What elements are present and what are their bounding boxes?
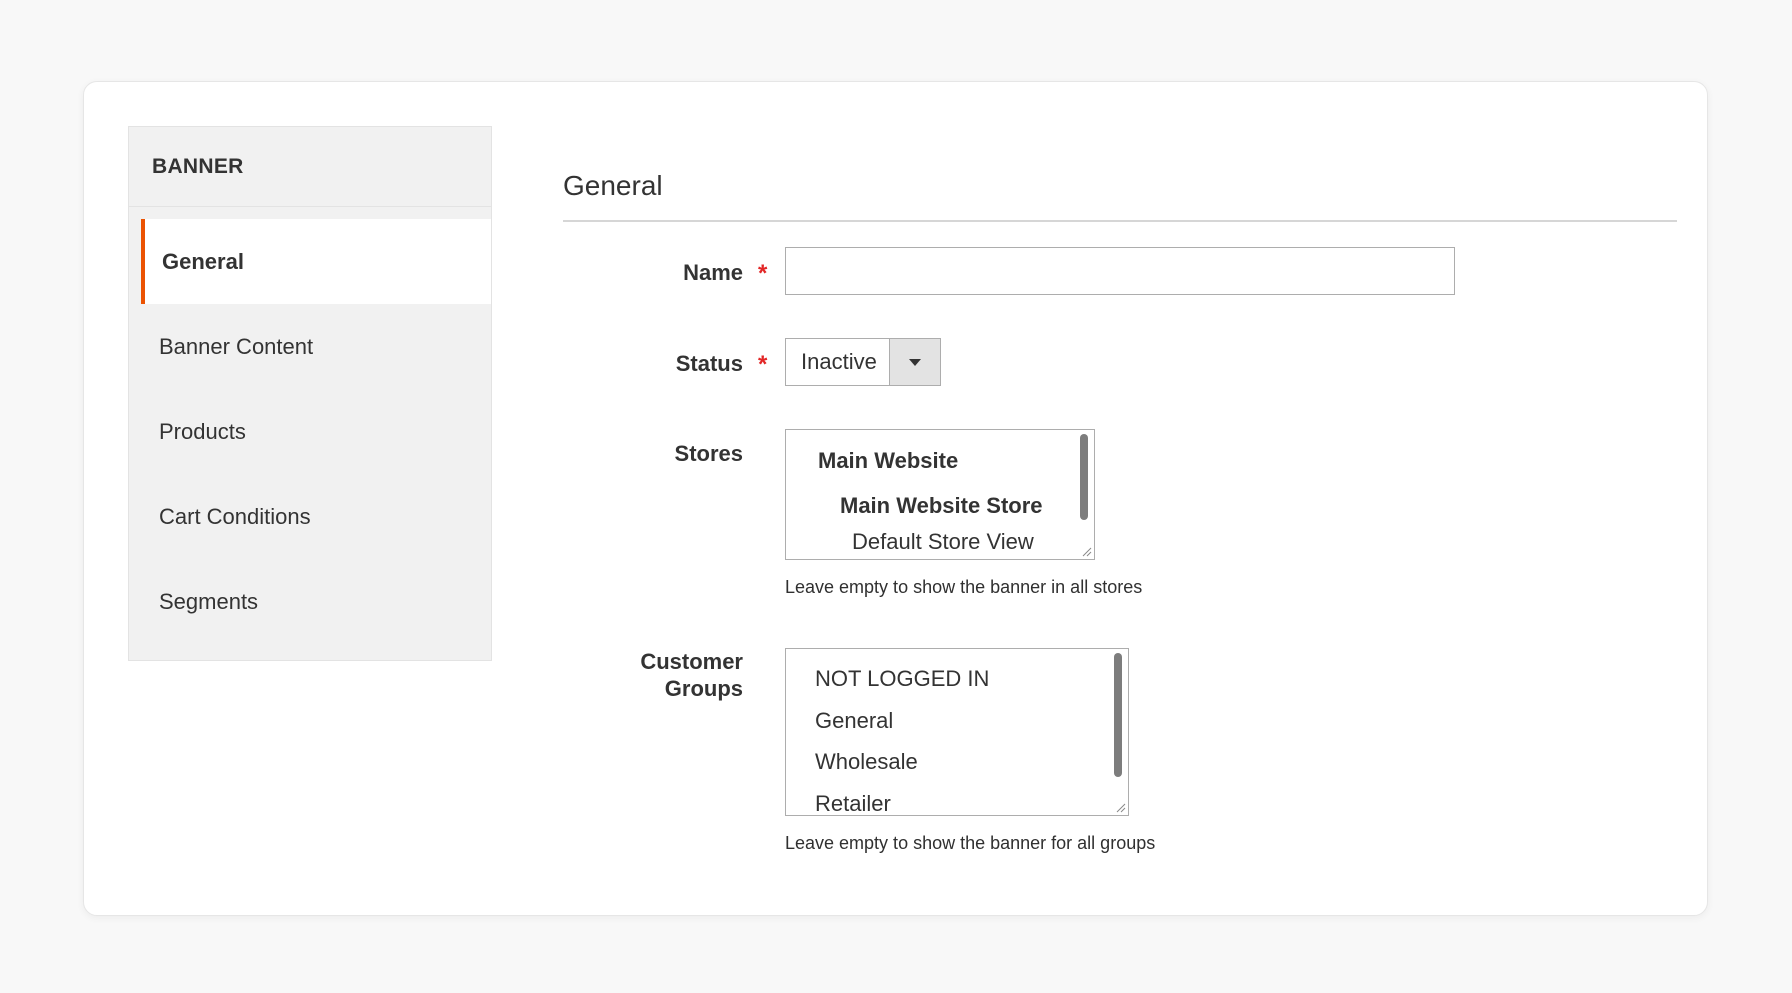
sidebar-item-products[interactable]: Products (129, 389, 491, 474)
sidebar-item-cart-conditions[interactable]: Cart Conditions (129, 474, 491, 559)
status-required-mark: * (758, 351, 768, 378)
sidebar-item-segments[interactable]: Segments (129, 559, 491, 644)
resize-grip-icon[interactable] (1080, 545, 1092, 557)
stores-scrollbar[interactable] (1080, 434, 1088, 520)
customer-groups-label-line1: Customer (640, 649, 743, 674)
sidebar-item-banner-content[interactable]: Banner Content (129, 304, 491, 389)
status-label: Status (675, 351, 743, 376)
stores-label: Stores (674, 441, 743, 466)
banner-edit-card: BANNER General Banner Content Products C… (83, 81, 1708, 916)
sidebar-item-label: Banner Content (159, 333, 314, 359)
store-option-store-view[interactable]: Default Store View (852, 529, 1034, 555)
customer-groups-label: Customer Groups (563, 648, 743, 702)
sidebar-item-label: Segments (159, 588, 259, 614)
name-required-mark: * (758, 260, 768, 287)
group-option-wholesale[interactable]: Wholesale (815, 749, 918, 775)
customer-groups-multiselect[interactable]: NOT LOGGED IN General Wholesale Retailer (785, 648, 1129, 816)
name-label: Name (683, 260, 743, 285)
name-input[interactable] (785, 247, 1455, 295)
banner-sidebar: BANNER General Banner Content Products C… (128, 126, 492, 661)
sidebar-item-label: Cart Conditions (159, 503, 311, 529)
customer-groups-label-line2: Groups (664, 676, 743, 701)
group-option-not-logged-in[interactable]: NOT LOGGED IN (815, 666, 989, 692)
sidebar-title: BANNER (129, 127, 491, 207)
resize-grip-icon[interactable] (1114, 801, 1126, 813)
customer-groups-scrollbar[interactable] (1114, 653, 1122, 777)
status-select-toggle[interactable] (889, 339, 940, 385)
stores-note: Leave empty to show the banner in all st… (785, 577, 1143, 597)
status-select[interactable]: Inactive (785, 338, 941, 386)
general-form: General Name * Status * Inactive Stores … (563, 82, 1677, 915)
sidebar-item-general[interactable]: General (141, 219, 491, 304)
sidebar-item-label: Products (159, 418, 246, 444)
chevron-down-icon (909, 358, 921, 366)
store-option-website[interactable]: Main Website (818, 448, 958, 474)
section-title: General (563, 170, 663, 201)
status-select-value: Inactive (801, 349, 877, 374)
section-divider (563, 220, 1677, 222)
group-option-general[interactable]: General (815, 708, 893, 734)
customer-groups-note: Leave empty to show the banner for all g… (785, 833, 1156, 853)
stores-multiselect[interactable]: Main Website Main Website Store Default … (785, 429, 1095, 560)
group-option-retailer[interactable]: Retailer (815, 791, 891, 815)
sidebar-item-label: General (162, 248, 244, 274)
store-option-store[interactable]: Main Website Store (840, 493, 1043, 519)
